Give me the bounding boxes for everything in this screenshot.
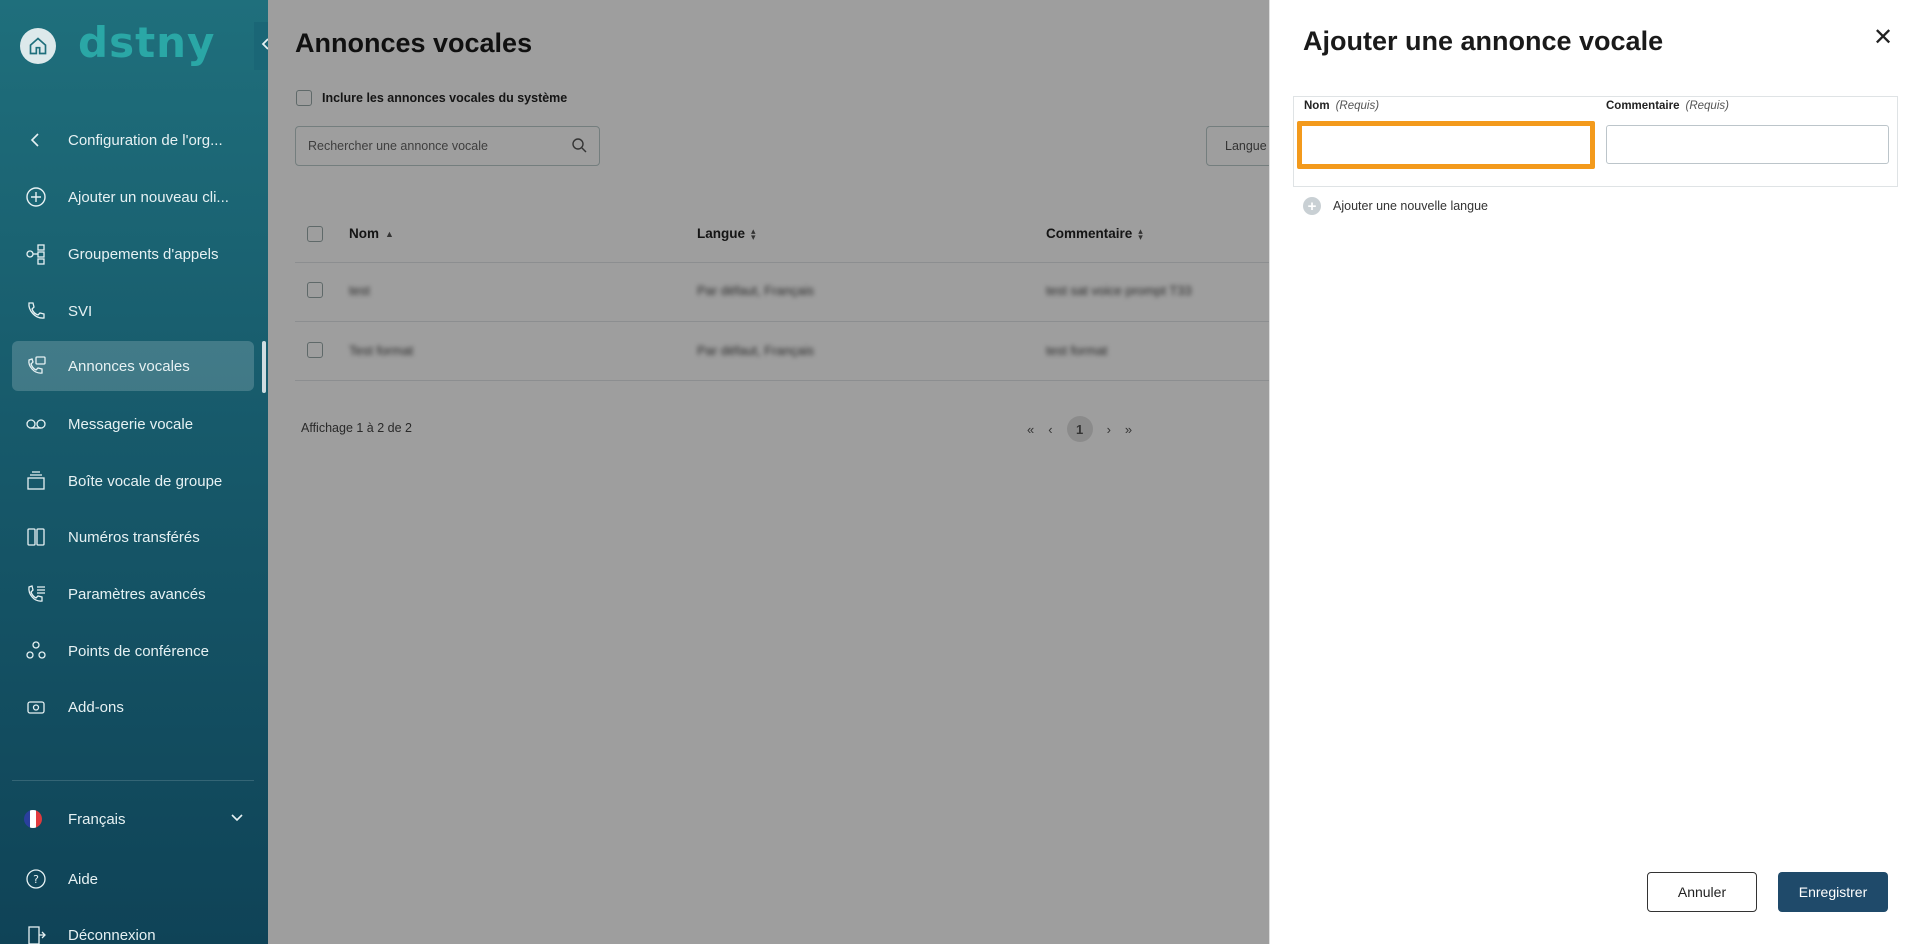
france-flag-icon bbox=[24, 810, 42, 828]
chevron-down-icon bbox=[230, 810, 244, 828]
logout-icon bbox=[24, 923, 48, 944]
add-language-label: Ajouter une nouvelle langue bbox=[1333, 199, 1488, 213]
modal-backdrop[interactable] bbox=[268, 0, 1269, 944]
close-icon[interactable]: ✕ bbox=[1870, 24, 1896, 51]
advanced-settings-icon bbox=[24, 582, 48, 606]
sidebar-item-voicemail[interactable]: Messagerie vocale bbox=[12, 399, 254, 449]
sidebar-item-label: SVI bbox=[68, 302, 93, 320]
sidebar-item-voice-announcements[interactable]: Annonces vocales bbox=[12, 341, 254, 391]
sidebar-item-label: Ajouter un nouveau cli... bbox=[68, 188, 229, 206]
sidebar-item-add-ons[interactable]: Add-ons bbox=[12, 682, 254, 732]
required-hint: (Requis) bbox=[1685, 100, 1729, 112]
sidebar-item-help[interactable]: ? Aide bbox=[12, 854, 254, 904]
language-selector[interactable]: Français bbox=[12, 794, 254, 844]
name-label: Nom (Requis) bbox=[1304, 100, 1379, 112]
ivr-icon bbox=[24, 299, 48, 323]
sidebar-item-label: Configuration de l'org... bbox=[68, 131, 223, 149]
dstny-logo: dstny bbox=[78, 18, 216, 67]
svg-text:?: ? bbox=[33, 873, 39, 886]
voicemail-icon bbox=[24, 412, 48, 436]
group-voicemail-icon bbox=[24, 469, 48, 493]
sidebar-item-label: Annonces vocales bbox=[68, 357, 190, 375]
conference-icon bbox=[24, 639, 48, 663]
sidebar-item-label: Paramètres avancés bbox=[68, 585, 206, 603]
add-language-button[interactable]: + Ajouter une nouvelle langue bbox=[1303, 197, 1488, 215]
voice-announcement-icon bbox=[24, 354, 48, 378]
chevron-left-icon bbox=[24, 128, 48, 152]
comment-label: Commentaire (Requis) bbox=[1606, 100, 1729, 112]
sidebar-item-svi[interactable]: SVI bbox=[12, 286, 254, 336]
sidebar-item-conference-points[interactable]: Points de conférence bbox=[12, 626, 254, 676]
sidebar-item-label: Messagerie vocale bbox=[68, 415, 194, 433]
transferred-numbers-icon bbox=[24, 525, 48, 549]
name-field[interactable] bbox=[1297, 121, 1595, 169]
plus-circle-icon: + bbox=[1303, 197, 1321, 215]
sidebar: dstny Configuration de l'org... Ajouter … bbox=[0, 0, 268, 944]
plus-circle-icon bbox=[24, 185, 48, 209]
comment-field[interactable] bbox=[1606, 125, 1889, 164]
addons-icon bbox=[24, 695, 48, 719]
language-label: Français bbox=[68, 810, 126, 828]
comment-label-text: Commentaire bbox=[1606, 100, 1680, 112]
cancel-button[interactable]: Annuler bbox=[1647, 872, 1757, 912]
sidebar-item-label: Aide bbox=[68, 870, 99, 888]
sidebar-item-group-voicemail[interactable]: Boîte vocale de groupe bbox=[12, 456, 254, 506]
name-label-text: Nom bbox=[1304, 100, 1330, 112]
sidebar-item-label: Points de conférence bbox=[68, 642, 209, 660]
required-hint: (Requis) bbox=[1335, 100, 1380, 112]
sidebar-item-label: Boîte vocale de groupe bbox=[68, 472, 223, 490]
sidebar-item-hunt-groups[interactable]: Groupements d'appels bbox=[12, 229, 254, 279]
save-button[interactable]: Enregistrer bbox=[1778, 872, 1888, 912]
home-icon[interactable] bbox=[20, 28, 56, 64]
help-icon: ? bbox=[24, 867, 48, 891]
active-indicator bbox=[262, 341, 266, 393]
add-announcement-panel: Ajouter une annonce vocale ✕ Nom (Requis)… bbox=[1269, 0, 1916, 944]
sidebar-item-label: Groupements d'appels bbox=[68, 245, 219, 263]
sidebar-item-label: Déconnexion bbox=[68, 926, 156, 944]
sidebar-divider bbox=[12, 780, 254, 781]
sidebar-item-org-config[interactable]: Configuration de l'org... bbox=[12, 115, 254, 165]
sidebar-item-label: Numéros transférés bbox=[68, 528, 200, 546]
sidebar-item-label: Add-ons bbox=[68, 698, 124, 716]
sidebar-item-logout[interactable]: Déconnexion bbox=[12, 910, 254, 944]
panel-title: Ajouter une annonce vocale bbox=[1303, 26, 1664, 56]
sidebar-item-add-client[interactable]: Ajouter un nouveau cli... bbox=[12, 172, 254, 222]
hunt-group-icon bbox=[24, 242, 48, 266]
sidebar-item-advanced-settings[interactable]: Paramètres avancés bbox=[12, 569, 254, 619]
sidebar-item-transferred-numbers[interactable]: Numéros transférés bbox=[12, 512, 254, 562]
